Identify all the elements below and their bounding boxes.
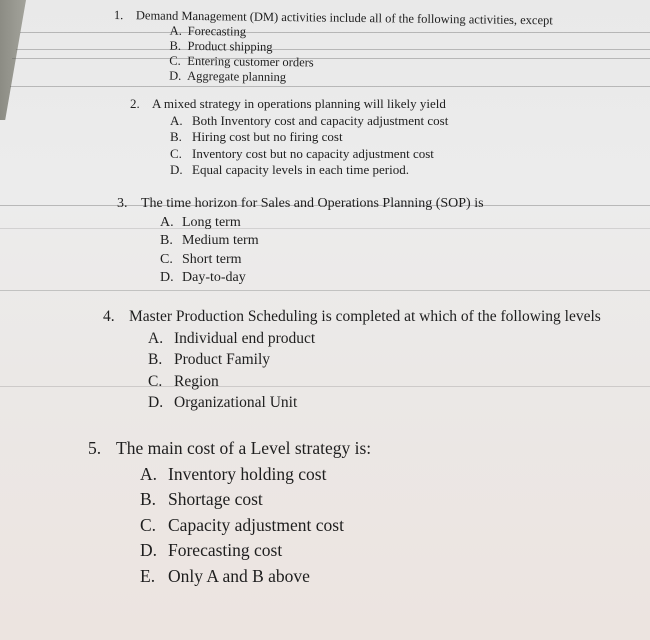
option-letter: D.	[170, 162, 183, 177]
option-text: Forecasting	[187, 23, 247, 39]
answer-option: B. Medium term	[160, 232, 484, 251]
option-letter: E.	[140, 565, 156, 586]
option-text: Entering customer orders	[187, 53, 314, 70]
option-letter: B.	[169, 38, 182, 53]
question-number: 3.	[117, 196, 128, 211]
question-3: 3. The time horizon for Sales and Operati…	[117, 195, 484, 288]
option-letter: A.	[170, 112, 183, 128]
desk-edge	[0, 0, 26, 120]
question-number: 2.	[130, 96, 140, 111]
answer-option: D. Equal capacity levels in each time per…	[170, 162, 448, 179]
option-text: Hiring cost but no firing cost	[192, 129, 343, 144]
option-letter: B.	[170, 129, 182, 144]
option-text: Capacity adjustment cost	[168, 514, 344, 535]
paper-line	[10, 86, 650, 87]
option-letter: C.	[140, 514, 157, 535]
option-text: Organizational Unit	[174, 394, 298, 411]
option-letter: A.	[148, 329, 164, 347]
question-1: 1. Demand Management (DM) activities incl…	[113, 8, 553, 88]
answer-option: A. Inventory holding cost	[140, 462, 371, 488]
question-stem: 4. Master Production Scheduling is comple…	[103, 306, 601, 328]
option-text: Day-to-day	[182, 270, 246, 285]
option-text: Inventory cost but no capacity adjustmen…	[192, 145, 434, 161]
option-text: Shortage cost	[168, 489, 263, 509]
question-text: The main cost of a Level strategy is:	[116, 438, 372, 458]
option-letter: A.	[140, 463, 158, 484]
option-text: Aggregate planning	[187, 68, 287, 85]
option-letter: D.	[160, 270, 174, 285]
option-text: Region	[174, 372, 219, 390]
option-text: Individual end product	[174, 329, 316, 347]
option-text: Forecasting cost	[168, 540, 283, 560]
answer-option: C. Inventory cost but no capacity adjustm…	[170, 146, 448, 163]
option-text: Equal capacity levels in each time perio…	[192, 162, 409, 177]
option-text: Product shipping	[187, 38, 273, 54]
option-text: Short term	[182, 251, 242, 267]
option-text: Product Family	[174, 351, 271, 368]
answer-option: A. Individual end product	[148, 328, 601, 350]
option-letter: D.	[140, 540, 158, 560]
answer-option: D. Organizational Unit	[148, 392, 601, 414]
option-letter: C.	[160, 251, 173, 267]
question-text: The time horizon for Sales and Operation…	[141, 196, 484, 211]
answer-option: B. Hiring cost but no firing cost	[170, 129, 448, 146]
question-text: A mixed strategy in operations planning …	[152, 96, 446, 111]
answer-option: D. Day-to-day	[160, 269, 484, 288]
paper-line	[0, 290, 650, 291]
option-letter: C.	[148, 372, 163, 390]
answer-option: A. Both Inventory cost and capacity adjus…	[170, 113, 448, 130]
question-stem: 2. A mixed strategy in operations plannin…	[130, 96, 448, 113]
question-number: 1.	[113, 8, 124, 23]
question-4: 4. Master Production Scheduling is comple…	[103, 306, 601, 414]
answer-option: A. Long term	[160, 214, 484, 233]
option-letter: A.	[169, 23, 182, 38]
option-text: Long term	[182, 214, 241, 230]
question-stem: 3. The time horizon for Sales and Operati…	[117, 195, 484, 214]
option-text: Medium term	[182, 233, 259, 248]
answer-option: B. Shortage cost	[140, 487, 371, 513]
question-number: 4.	[103, 308, 115, 325]
question-5: 5. The main cost of a Level strategy is: …	[88, 436, 371, 589]
question-stem: 5. The main cost of a Level strategy is:	[88, 436, 371, 462]
option-letter: B.	[140, 489, 157, 509]
option-text: Only A and B above	[168, 565, 310, 586]
option-letter: D.	[169, 68, 182, 83]
answer-option: C. Region	[148, 371, 601, 393]
option-text: Both Inventory cost and capacity adjustm…	[192, 112, 449, 128]
answer-option: C. Short term	[160, 251, 484, 270]
answer-option: C. Capacity adjustment cost	[140, 513, 371, 539]
option-letter: D.	[148, 394, 164, 411]
answer-option: E. Only A and B above	[140, 564, 371, 590]
option-letter: B.	[148, 351, 163, 368]
question-text: Master Production Scheduling is complete…	[129, 308, 601, 325]
option-letter: B.	[160, 233, 173, 248]
answer-option: D. Forecasting cost	[140, 538, 371, 564]
question-2: 2. A mixed strategy in operations plannin…	[130, 96, 448, 179]
option-letter: C.	[169, 53, 181, 68]
question-number: 5.	[88, 438, 102, 458]
answer-option: B. Product Family	[148, 349, 601, 371]
option-letter: C.	[170, 145, 182, 161]
option-letter: A.	[160, 214, 174, 230]
option-text: Inventory holding cost	[168, 463, 327, 484]
